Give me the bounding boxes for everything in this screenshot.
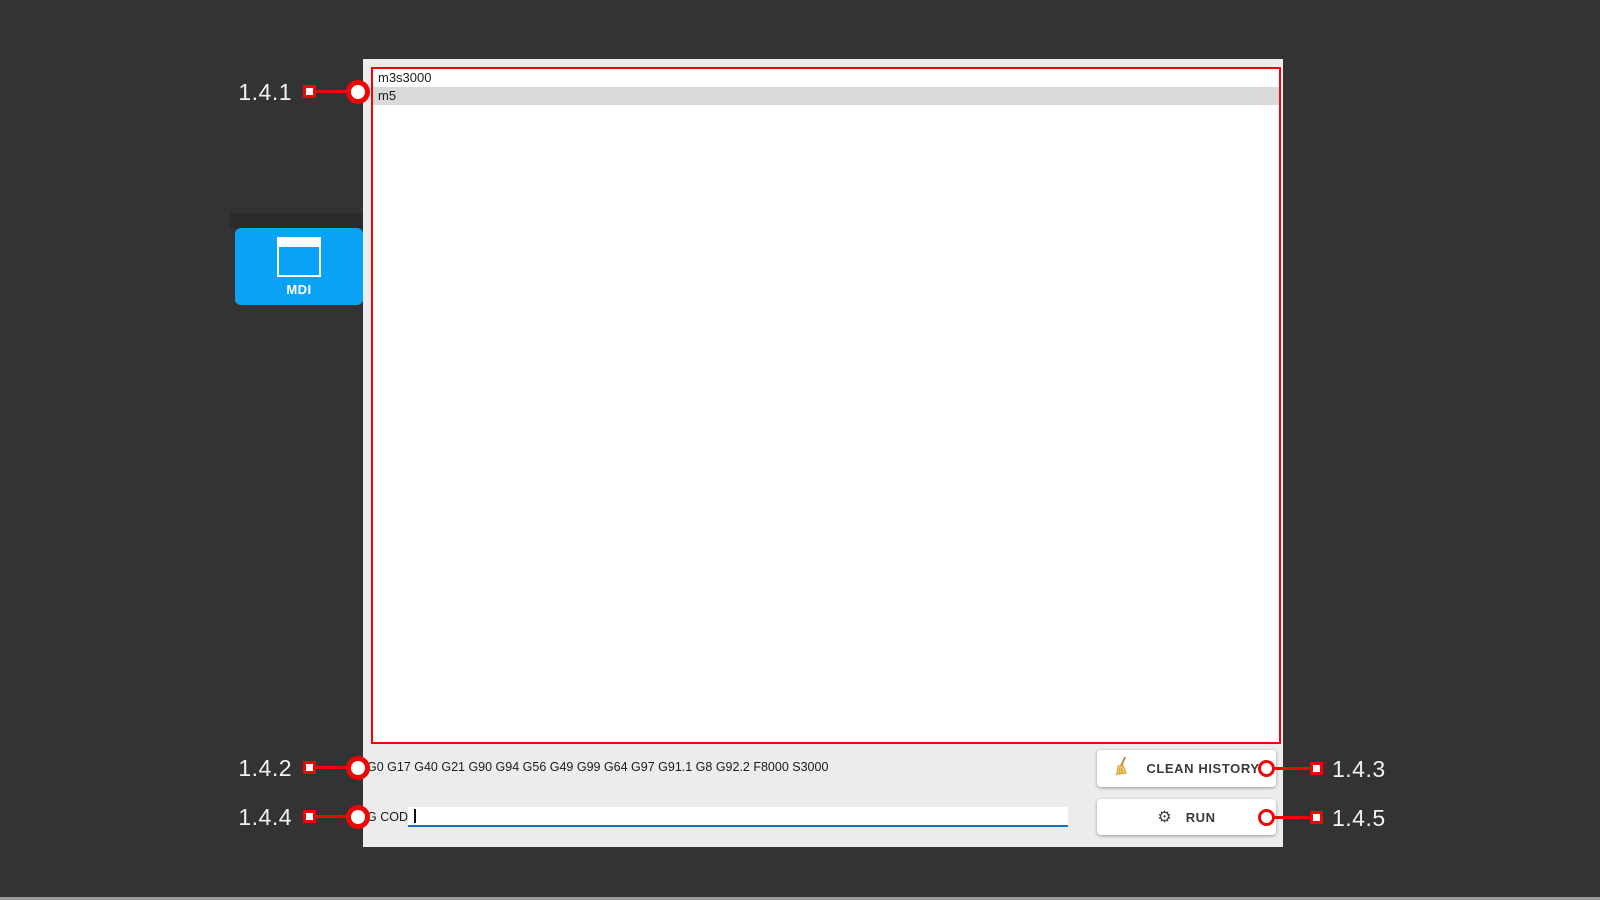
run-button[interactable]: ⚙ RUN xyxy=(1097,799,1276,835)
callout-label-1-4-2: 1.4.2 xyxy=(218,755,292,781)
callout-circle-endpoint xyxy=(1258,809,1275,826)
mdi-history-list: m3s3000 m5 xyxy=(371,67,1281,744)
callout-label-1-4-3: 1.4.3 xyxy=(1332,756,1422,782)
tab-mdi[interactable]: MDI xyxy=(235,228,363,305)
mdi-tab-label: MDI xyxy=(286,282,311,297)
tab-rail xyxy=(230,213,363,228)
callout-square-marker xyxy=(303,761,316,774)
mdi-panel: m3s3000 m5 G0 G17 G40 G21 G90 G94 G56 G4… xyxy=(363,59,1283,847)
active-gcodes-status: G0 G17 G40 G21 G90 G94 G56 G49 G99 G64 G… xyxy=(367,759,828,776)
history-item[interactable]: m3s3000 xyxy=(373,69,1279,87)
gcode-input-wrap xyxy=(408,807,1068,827)
callout-square-marker xyxy=(1310,762,1323,775)
callout-label-1-4-5: 1.4.5 xyxy=(1332,805,1422,831)
callout-label-1-4-4: 1.4.4 xyxy=(218,804,292,830)
gcode-input[interactable] xyxy=(408,807,1068,825)
callout-line xyxy=(316,815,348,818)
callout-line xyxy=(1275,767,1310,770)
callout-circle-endpoint xyxy=(346,756,370,780)
callout-square-marker xyxy=(1310,811,1323,824)
window-icon xyxy=(277,237,321,277)
callout-line xyxy=(316,90,348,93)
run-label: RUN xyxy=(1186,810,1216,825)
callout-square-marker xyxy=(303,810,316,823)
gear-icon: ⚙ xyxy=(1157,809,1171,825)
text-caret xyxy=(414,809,416,823)
callout-line xyxy=(1275,816,1310,819)
callout-circle-endpoint xyxy=(346,80,370,104)
callout-circle-endpoint xyxy=(1258,760,1275,777)
screen: MDI m3s3000 m5 G0 G17 G40 G21 G90 G94 G5… xyxy=(0,0,1600,900)
broom-icon xyxy=(1113,757,1132,781)
history-item-selected[interactable]: m5 xyxy=(373,87,1279,105)
callout-line xyxy=(316,766,348,769)
clean-history-button[interactable]: CLEAN HISTORY xyxy=(1097,750,1276,787)
clean-history-label: CLEAN HISTORY xyxy=(1146,761,1259,776)
callout-square-marker xyxy=(303,85,316,98)
callout-circle-endpoint xyxy=(346,805,370,829)
callout-label-1-4-1: 1.4.1 xyxy=(218,79,292,105)
